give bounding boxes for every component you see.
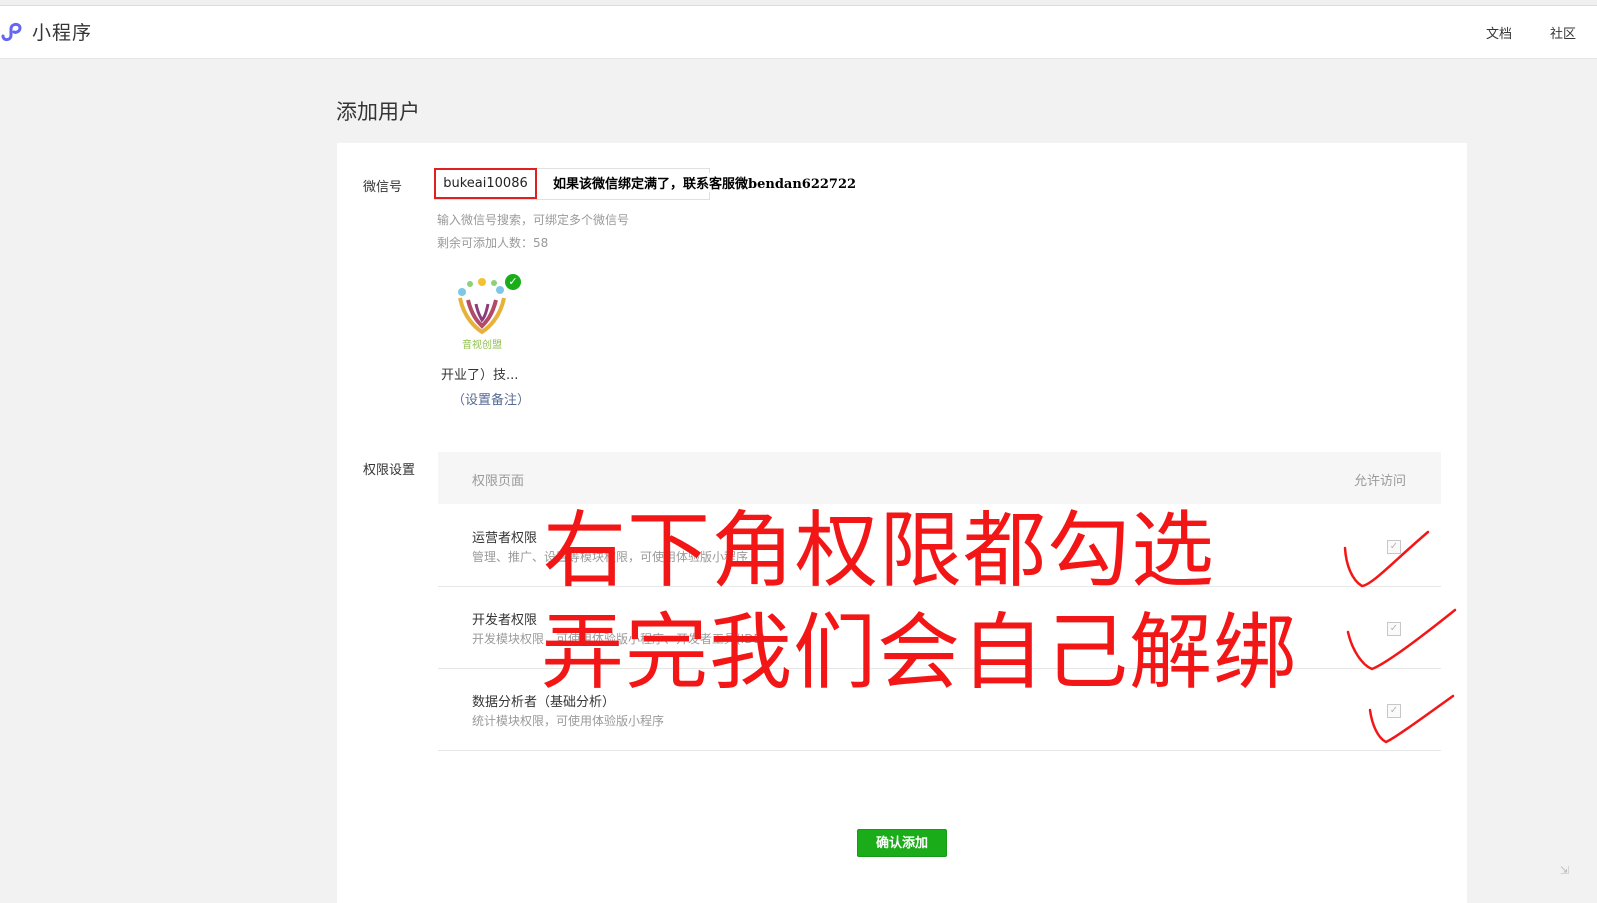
handwritten-checkmarks: [1343, 530, 1457, 744]
handwritten-check-mark: [1346, 608, 1457, 671]
handwritten-check-mark: [1368, 694, 1455, 744]
handwritten-check-mark: [1343, 530, 1430, 588]
corner-scroll-icon[interactable]: ⇲: [1560, 864, 1569, 877]
